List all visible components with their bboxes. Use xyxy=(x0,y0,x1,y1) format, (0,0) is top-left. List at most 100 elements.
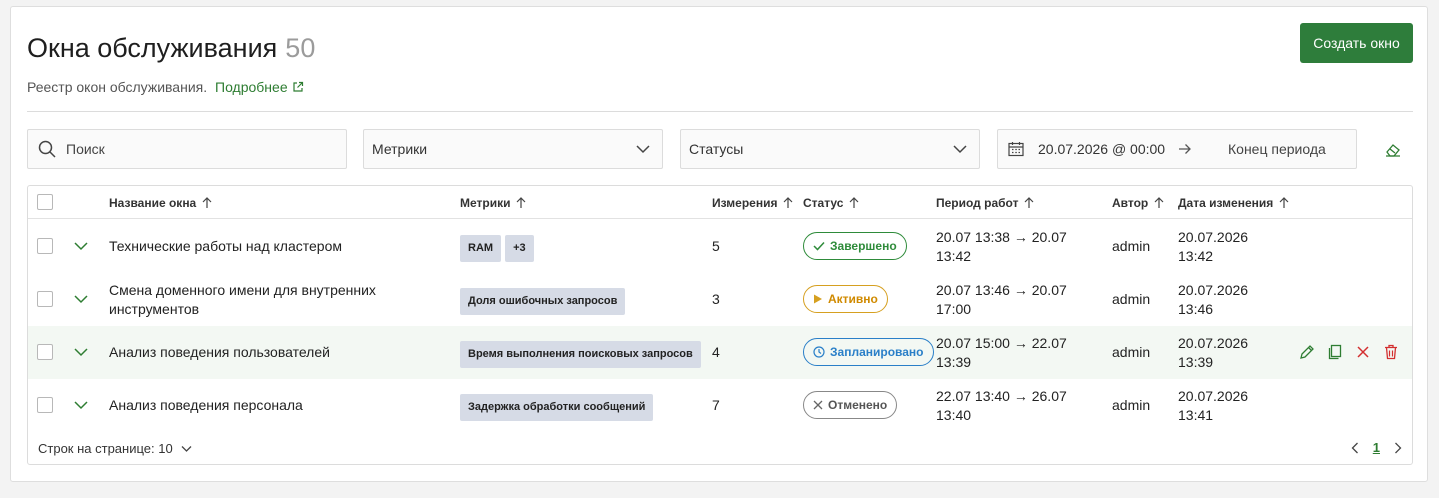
work-period: 20.07 15:00 → 22.07 13:39 xyxy=(936,334,1086,372)
status-badge: Завершено xyxy=(803,232,907,260)
table-row[interactable]: Анализ поведения персонала Задержка обра… xyxy=(28,379,1412,432)
eraser-icon[interactable] xyxy=(1385,141,1401,157)
sort-arrow-icon xyxy=(850,197,859,208)
period-range-picker[interactable]: 20.07.2026 @ 00:00:00 Конец периода xyxy=(997,129,1357,169)
chevron-down-icon[interactable] xyxy=(74,240,88,252)
period-line: 13:39 xyxy=(936,354,972,370)
changed-line: 20.07.2026 xyxy=(1178,282,1249,298)
status-badge: Отменено xyxy=(803,391,898,419)
calendar-icon xyxy=(1008,142,1024,157)
create-window-button[interactable]: Создать окно xyxy=(1300,23,1413,63)
more-info-label: Подробнее xyxy=(215,79,288,95)
chevron-down-icon xyxy=(953,145,967,154)
status-badge: Активно xyxy=(803,285,888,313)
column-status-label: Статус xyxy=(803,196,844,210)
column-changed-header[interactable]: Дата изменения xyxy=(1178,196,1289,210)
column-status-header[interactable]: Статус xyxy=(803,196,859,210)
period-line: 13:40 xyxy=(936,407,972,423)
column-author-header[interactable]: Автор xyxy=(1112,196,1164,210)
row-checkbox[interactable] xyxy=(37,397,53,413)
column-period-label: Период работ xyxy=(936,196,1019,210)
arrow-right-icon xyxy=(1179,144,1191,154)
search-input[interactable]: Поиск xyxy=(27,129,347,169)
chevron-down-icon xyxy=(181,445,192,452)
chevron-down-icon xyxy=(636,145,650,154)
row-checkbox[interactable] xyxy=(37,344,53,360)
close-icon[interactable] xyxy=(1355,344,1371,360)
metrics-placeholder: Метрики xyxy=(372,141,428,157)
statuses-placeholder: Статусы xyxy=(689,141,744,157)
subtitle-text: Реестр окон обслуживания. xyxy=(27,79,208,95)
author: admin xyxy=(1112,291,1151,307)
period-line: 13:42 xyxy=(936,248,972,264)
select-all-checkbox[interactable] xyxy=(37,194,53,210)
period-line: 22.07 13:40 → 26.07 xyxy=(936,388,1067,404)
chevron-down-icon[interactable] xyxy=(74,293,88,305)
period-line: 20.07 13:46 → 20.07 xyxy=(936,282,1067,298)
work-period: 20.07 13:46 → 20.07 17:00 xyxy=(936,281,1086,319)
changed-line: 13:39 xyxy=(1178,354,1214,370)
column-name-header[interactable]: Название окна xyxy=(109,196,212,210)
status-label: Отменено xyxy=(828,398,888,412)
period-end-input[interactable]: Конец периода xyxy=(1228,141,1326,157)
metric-tags: RAM +3 xyxy=(460,235,534,262)
period-line: 20.07 13:38 → 20.07 xyxy=(936,229,1067,245)
maintenance-windows-panel: Окна обслуживания 50 Реестр окон обслужи… xyxy=(10,6,1428,482)
metric-tag: RAM xyxy=(460,235,502,262)
table-row[interactable]: Технические работы над кластером RAM +3 … xyxy=(28,220,1412,273)
metric-tags: Доля ошибочных запросов xyxy=(460,288,626,315)
changed-line: 13:46 xyxy=(1178,301,1214,317)
more-info-link[interactable]: Подробнее xyxy=(215,79,304,95)
changed-date: 20.07.2026 13:46 xyxy=(1178,281,1278,319)
changed-line: 20.07.2026 xyxy=(1178,388,1249,404)
chevron-right-icon[interactable] xyxy=(1394,442,1402,454)
window-name: Анализ поведения пользователей xyxy=(109,344,330,360)
pencil-icon[interactable] xyxy=(1299,344,1315,360)
period-start-input[interactable]: 20.07.2026 @ 00:00:00 xyxy=(1038,141,1166,157)
column-dimensions-header[interactable]: Измерения xyxy=(712,196,793,210)
chevron-down-icon[interactable] xyxy=(74,346,88,358)
row-checkbox[interactable] xyxy=(37,291,53,307)
changed-date: 20.07.2026 13:39 xyxy=(1178,334,1278,372)
external-link-icon xyxy=(293,81,303,92)
statuses-select[interactable]: Статусы xyxy=(680,129,980,169)
period-line: 17:00 xyxy=(936,301,972,317)
dimensions-count: 3 xyxy=(712,291,720,307)
work-period: 20.07 13:38 → 20.07 13:42 xyxy=(936,228,1086,266)
status-label: Завершено xyxy=(830,239,897,253)
metric-tags: Время выполнения поисковых запросов xyxy=(460,341,701,368)
changed-line: 20.07.2026 xyxy=(1178,229,1249,245)
header-divider xyxy=(27,111,1413,112)
window-name: Смена доменного имени для внутренних инс… xyxy=(109,281,409,319)
row-checkbox[interactable] xyxy=(37,238,53,254)
dimensions-count: 7 xyxy=(712,397,720,413)
maintenance-windows-table: Название окна Метрики Измерения Статус П… xyxy=(27,185,1413,465)
metric-tag-more[interactable]: +3 xyxy=(505,235,534,262)
sort-arrow-icon xyxy=(1154,197,1164,208)
status-badge: Запланировано xyxy=(803,338,934,366)
chevron-down-icon[interactable] xyxy=(74,399,88,411)
changed-line: 13:42 xyxy=(1178,248,1214,264)
chevron-left-icon[interactable] xyxy=(1351,442,1359,454)
window-name: Анализ поведения персонала xyxy=(109,397,303,413)
close-icon xyxy=(813,400,823,410)
page-number[interactable]: 1 xyxy=(1373,440,1380,455)
pagination: 1 xyxy=(1351,440,1402,455)
rows-per-page-select[interactable]: Строк на странице: 10 xyxy=(38,441,192,456)
table-row[interactable]: Смена доменного имени для внутренних инс… xyxy=(28,273,1412,326)
table-row[interactable]: Анализ поведения пользователей Время вып… xyxy=(28,326,1412,379)
column-metrics-label: Метрики xyxy=(460,196,511,210)
row-actions xyxy=(1299,344,1399,360)
work-period: 22.07 13:40 → 26.07 13:40 xyxy=(936,387,1086,425)
column-metrics-header[interactable]: Метрики xyxy=(460,196,526,210)
trash-icon[interactable] xyxy=(1383,344,1399,360)
changed-date: 20.07.2026 13:41 xyxy=(1178,387,1278,425)
metrics-select[interactable]: Метрики xyxy=(363,129,663,169)
column-name-label: Название окна xyxy=(109,196,197,210)
copy-icon[interactable] xyxy=(1327,344,1343,360)
table-header: Название окна Метрики Измерения Статус П… xyxy=(28,186,1412,219)
changed-line: 13:41 xyxy=(1178,407,1214,423)
play-icon xyxy=(814,294,822,304)
clock-icon xyxy=(813,346,825,358)
column-period-header[interactable]: Период работ xyxy=(936,196,1034,210)
